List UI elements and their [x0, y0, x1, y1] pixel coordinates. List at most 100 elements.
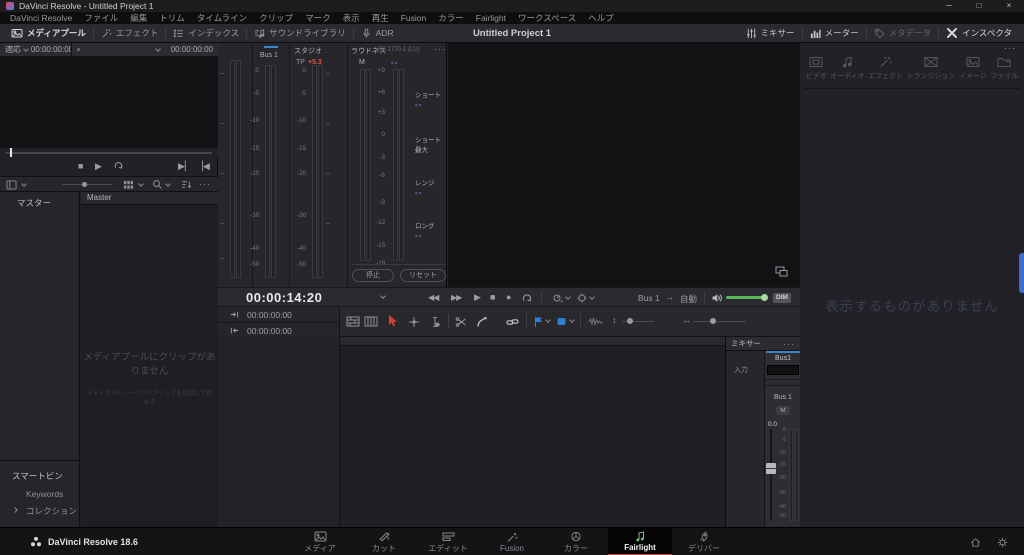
smart-bin-collections[interactable]: コレクション — [0, 502, 80, 520]
loudness-stop-button[interactable]: 停止 — [352, 269, 394, 282]
media-pool-button[interactable]: メディアプール — [4, 27, 93, 39]
menu-clip[interactable]: クリップ — [253, 12, 299, 24]
menu-file[interactable]: ファイル — [78, 12, 124, 24]
cut-tool-icon[interactable] — [455, 316, 467, 328]
monitor-volume-handle[interactable] — [761, 294, 768, 301]
track-header-area[interactable] — [218, 337, 340, 527]
page-edit[interactable]: エディット — [416, 528, 480, 555]
inspector-toggle-button[interactable]: インスペクタ — [939, 27, 1024, 39]
preview-timecode-out[interactable]: 00:00:00:00 — [171, 45, 213, 54]
chevron-down-icon[interactable] — [569, 317, 575, 323]
page-fairlight[interactable]: Fairlight — [608, 528, 672, 555]
strip-input-box[interactable] — [767, 365, 799, 375]
menu-davinci-resolve[interactable]: DaVinci Resolve — [4, 13, 78, 23]
horizontal-zoom-icon[interactable]: ↔ — [682, 315, 691, 325]
chevron-down-icon[interactable] — [545, 317, 551, 323]
pen-tool-icon[interactable] — [476, 316, 488, 328]
menu-help[interactable]: ヘルプ — [582, 12, 620, 24]
play-button[interactable]: ▶ — [95, 161, 102, 172]
adr-button[interactable]: ADR — [354, 28, 401, 39]
page-cut[interactable]: カット — [352, 528, 416, 555]
monitor-settings-icon[interactable] — [576, 292, 588, 304]
monitor-bus-label[interactable]: Bus 1 — [638, 293, 660, 303]
smart-bin-keywords[interactable]: Keywords — [0, 486, 80, 502]
category-transitions[interactable]: トランジション — [906, 53, 955, 88]
menu-workspace[interactable]: ワークスペース — [512, 12, 582, 24]
preview-scrubber[interactable] — [0, 148, 218, 158]
play-button[interactable]: ▶ — [474, 292, 481, 303]
prev-clip-button[interactable]: ▕◀ — [196, 161, 210, 172]
project-home-icon[interactable] — [970, 537, 981, 548]
bin-view-icon[interactable] — [6, 180, 17, 190]
more-options-icon[interactable]: ··· — [199, 179, 211, 189]
thumb-size-slider-handle[interactable] — [82, 182, 87, 187]
menu-mark[interactable]: マーク — [299, 12, 337, 24]
menu-playback[interactable]: 再生 — [366, 12, 395, 24]
bin-master[interactable]: マスター — [0, 192, 79, 209]
fader-track[interactable] — [770, 429, 772, 521]
monitor-volume-slider[interactable] — [726, 296, 764, 299]
strip-bus-tab[interactable]: Bus1 — [765, 353, 801, 362]
chevron-down-icon[interactable] — [138, 181, 144, 187]
video-viewer[interactable] — [448, 43, 800, 287]
grid-view-icon[interactable] — [123, 180, 134, 190]
maximize-button[interactable]: □ — [964, 0, 994, 12]
category-video[interactable]: ビデオ — [806, 53, 827, 88]
sound-library-button[interactable]: サウンドライブラリ — [247, 27, 353, 39]
menu-color[interactable]: カラー — [432, 12, 470, 24]
speaker-icon[interactable] — [711, 292, 723, 304]
chevron-down-icon[interactable] — [565, 294, 571, 300]
menu-view[interactable]: 表示 — [337, 12, 366, 24]
effects-button[interactable]: エフェクト — [94, 27, 166, 39]
horizontal-zoom-handle[interactable] — [710, 318, 716, 324]
stop-button[interactable]: ■ — [490, 292, 495, 302]
chevron-down-icon[interactable] — [21, 181, 27, 187]
link-tool-icon[interactable] — [506, 316, 519, 328]
horizontal-zoom-slider[interactable] — [694, 321, 746, 322]
preview-timecode-in[interactable]: 00:00:00:00 — [31, 45, 71, 54]
thumb-size-slider[interactable] — [62, 184, 112, 185]
timeline-ruler[interactable] — [340, 337, 725, 346]
audio-preview-viewer[interactable] — [0, 57, 218, 148]
automation-icon[interactable] — [552, 292, 564, 304]
page-color[interactable]: カラー — [544, 528, 608, 555]
timeline-view-icon[interactable] — [346, 316, 360, 327]
mixer-menu-icon[interactable]: ··· — [783, 339, 795, 349]
chevron-down-icon[interactable] — [165, 181, 171, 187]
page-deliver[interactable]: デリバー — [672, 528, 736, 555]
fast-forward-button[interactable]: ▶▶ — [451, 293, 462, 302]
category-images[interactable]: イメージ — [959, 53, 987, 88]
page-media[interactable]: メディア — [288, 528, 352, 555]
dim-button[interactable]: DIM — [773, 293, 791, 303]
chevron-down-icon[interactable] — [23, 45, 29, 52]
chevron-down-icon[interactable] — [154, 45, 161, 52]
loop-button[interactable] — [113, 160, 124, 171]
index-button[interactable]: インデックス — [166, 27, 246, 39]
scrubber-track[interactable] — [6, 152, 212, 154]
range-tool-icon[interactable] — [429, 316, 441, 328]
scrollbar-thumb[interactable] — [1019, 253, 1024, 293]
close-button[interactable]: × — [994, 0, 1024, 12]
metadata-toggle-button[interactable]: メタデータ — [867, 27, 939, 39]
preview-mode-select[interactable]: 適応 — [5, 44, 21, 55]
mixer-toggle-button[interactable]: ミキサー — [739, 27, 802, 39]
timeline-body[interactable] — [218, 337, 800, 527]
stop-button[interactable]: ■ — [78, 161, 83, 171]
loop-button[interactable] — [521, 292, 533, 304]
bin-list-title[interactable]: Master — [81, 192, 218, 205]
category-effects[interactable]: エフェクト — [868, 53, 903, 88]
timeline-timecode[interactable]: 00:00:14:20 — [246, 290, 322, 305]
rewind-button[interactable]: ◀◀ — [428, 293, 439, 302]
waveform-icon[interactable] — [588, 316, 604, 328]
menu-fusion[interactable]: Fusion — [395, 13, 433, 23]
search-icon[interactable] — [152, 179, 163, 190]
monitor-auto-label[interactable]: 自動 — [680, 293, 697, 305]
menu-timeline[interactable]: タイムライン — [191, 12, 253, 24]
loudness-menu-icon[interactable]: ··· — [434, 44, 446, 54]
chevron-down-icon[interactable] — [380, 293, 386, 299]
in-point-row[interactable]: 00:00:00:00 — [218, 307, 339, 323]
flag-icon[interactable] — [533, 316, 543, 328]
scrubber-playhead[interactable] — [10, 148, 12, 157]
record-button[interactable]: ● — [506, 292, 511, 302]
smart-bins-header[interactable]: スマートビン — [0, 468, 80, 486]
